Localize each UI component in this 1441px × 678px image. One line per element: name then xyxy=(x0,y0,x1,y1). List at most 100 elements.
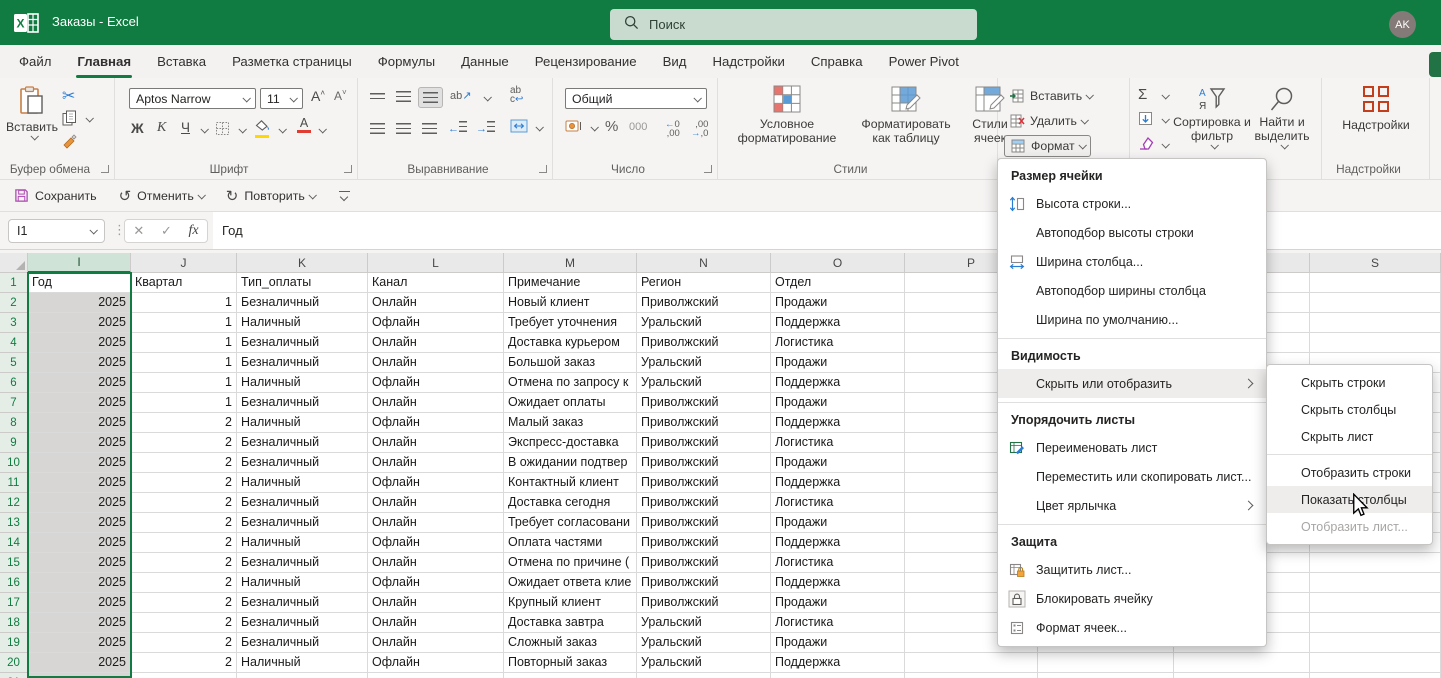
cell-J11[interactable]: 2 xyxy=(131,473,237,493)
number-format-combo[interactable]: Общий xyxy=(565,88,707,109)
cell-J9[interactable]: 2 xyxy=(131,433,237,453)
cell-K9[interactable]: Безналичный xyxy=(237,433,368,453)
cell-N12[interactable]: Приволжский xyxy=(637,493,771,513)
cell-K14[interactable]: Наличный xyxy=(237,533,368,553)
cell-I1[interactable]: Год xyxy=(28,273,131,293)
column-header-I[interactable]: I xyxy=(28,253,131,273)
tab-power-pivot[interactable]: Power Pivot xyxy=(876,45,972,78)
cell-L17[interactable]: Онлайн xyxy=(368,593,504,613)
menu-item-ширина-по-умолчанию[interactable]: Ширина по умолчанию... xyxy=(998,305,1266,334)
cell-S16[interactable] xyxy=(1310,573,1441,593)
cancel-button[interactable]: ✕ xyxy=(133,223,144,239)
tab-данные[interactable]: Данные xyxy=(448,45,522,78)
underline-dropdown[interactable] xyxy=(200,125,208,133)
cell-K15[interactable]: Безналичный xyxy=(237,553,368,573)
accounting-format-icon[interactable] xyxy=(565,119,583,136)
cell-R20[interactable] xyxy=(1174,653,1310,673)
cell-M10[interactable]: В ожидании подтвер xyxy=(504,453,637,473)
menu-item-переместить-или-скопировать-лист[interactable]: Переместить или скопировать лист... xyxy=(998,462,1266,491)
cell-S4[interactable] xyxy=(1310,333,1441,353)
cell-I5[interactable]: 2025 xyxy=(28,353,131,373)
grow-font-button[interactable]: А˄ xyxy=(311,88,325,104)
cell-P20[interactable] xyxy=(905,653,1038,673)
fill-color-icon[interactable] xyxy=(255,118,270,138)
menu-item-высота-строки[interactable]: Высота строки... xyxy=(998,189,1266,218)
enter-button[interactable]: ✓ xyxy=(161,223,172,239)
cell-N8[interactable]: Приволжский xyxy=(637,413,771,433)
bold-button[interactable]: Ж xyxy=(131,120,144,136)
cell-K19[interactable]: Безналичный xyxy=(237,633,368,653)
cell-K1[interactable]: Тип_оплаты xyxy=(237,273,368,293)
cell-J10[interactable]: 2 xyxy=(131,453,237,473)
submenu-item-показать-столбцы[interactable]: Показать столбцы xyxy=(1267,486,1432,513)
cell-N13[interactable]: Приволжский xyxy=(637,513,771,533)
cell-O19[interactable]: Продажи xyxy=(771,633,905,653)
cell-K18[interactable]: Безналичный xyxy=(237,613,368,633)
cell-N21[interactable] xyxy=(637,673,771,678)
cell-N16[interactable]: Приволжский xyxy=(637,573,771,593)
cell-M12[interactable]: Доставка сегодня xyxy=(504,493,637,513)
cell-S17[interactable] xyxy=(1310,593,1441,613)
row-header-19[interactable]: 19 xyxy=(0,633,28,653)
cell-N20[interactable]: Уральский xyxy=(637,653,771,673)
cell-K20[interactable]: Наличный xyxy=(237,653,368,673)
shrink-font-button[interactable]: А˅ xyxy=(334,88,347,103)
font-name-combo[interactable]: Aptos Narrow xyxy=(129,88,256,109)
cell-I13[interactable]: 2025 xyxy=(28,513,131,533)
column-header-O[interactable]: O xyxy=(771,253,905,273)
cell-L2[interactable]: Онлайн xyxy=(368,293,504,313)
row-header-14[interactable]: 14 xyxy=(0,533,28,553)
align-top-icon[interactable] xyxy=(366,87,389,106)
row-header-10[interactable]: 10 xyxy=(0,453,28,473)
cell-L9[interactable]: Онлайн xyxy=(368,433,504,453)
cell-L4[interactable]: Онлайн xyxy=(368,333,504,353)
cell-I6[interactable]: 2025 xyxy=(28,373,131,393)
cell-I8[interactable]: 2025 xyxy=(28,413,131,433)
row-header-6[interactable]: 6 xyxy=(0,373,28,393)
row-header-4[interactable]: 4 xyxy=(0,333,28,353)
cell-J20[interactable]: 2 xyxy=(131,653,237,673)
decrease-indent-icon[interactable]: ← xyxy=(448,121,467,135)
cell-Q21[interactable] xyxy=(1038,673,1174,678)
row-header-17[interactable]: 17 xyxy=(0,593,28,613)
underline-button[interactable]: Ч xyxy=(181,120,190,135)
column-header-N[interactable]: N xyxy=(637,253,771,273)
number-dialog-launcher[interactable] xyxy=(704,165,712,173)
row-header-3[interactable]: 3 xyxy=(0,313,28,333)
cell-I7[interactable]: 2025 xyxy=(28,393,131,413)
merge-center-icon[interactable] xyxy=(510,119,528,136)
row-header-18[interactable]: 18 xyxy=(0,613,28,633)
column-header-L[interactable]: L xyxy=(368,253,504,273)
save-button[interactable]: Сохранить xyxy=(14,188,97,203)
conditional-formatting-button[interactable]: Условное форматирование xyxy=(732,84,842,145)
cell-O6[interactable]: Поддержка xyxy=(771,373,905,393)
cell-J6[interactable]: 1 xyxy=(131,373,237,393)
copy-dropdown[interactable] xyxy=(85,114,93,122)
cell-I17[interactable]: 2025 xyxy=(28,593,131,613)
cell-J5[interactable]: 1 xyxy=(131,353,237,373)
cell-J15[interactable]: 2 xyxy=(131,553,237,573)
select-all-corner[interactable] xyxy=(0,253,28,273)
format-button[interactable]: Формат xyxy=(1004,135,1091,157)
cell-J13[interactable]: 2 xyxy=(131,513,237,533)
cell-J8[interactable]: 2 xyxy=(131,413,237,433)
row-header-1[interactable]: 1 xyxy=(0,273,28,293)
decrease-decimal-icon[interactable]: ,00→,0 xyxy=(691,120,708,138)
cell-S3[interactable] xyxy=(1310,313,1441,333)
wrap-text-icon[interactable]: abc↩ xyxy=(510,86,523,104)
cell-J18[interactable]: 2 xyxy=(131,613,237,633)
avatar[interactable]: AK xyxy=(1389,11,1416,38)
sort-filter-button[interactable]: АЯ Сортировка и фильтр xyxy=(1172,86,1252,149)
menu-item-защитить-лист[interactable]: Защитить лист... xyxy=(998,555,1266,584)
cell-I21[interactable] xyxy=(28,673,131,678)
cell-N5[interactable]: Уральский xyxy=(637,353,771,373)
cell-I9[interactable]: 2025 xyxy=(28,433,131,453)
cell-O14[interactable]: Поддержка xyxy=(771,533,905,553)
cell-Q20[interactable] xyxy=(1038,653,1174,673)
cell-O4[interactable]: Логистика xyxy=(771,333,905,353)
row-header-8[interactable]: 8 xyxy=(0,413,28,433)
cell-O1[interactable]: Отдел xyxy=(771,273,905,293)
cell-L14[interactable]: Офлайн xyxy=(368,533,504,553)
cell-O9[interactable]: Логистика xyxy=(771,433,905,453)
menu-item-блокировать-ячейку[interactable]: Блокировать ячейку xyxy=(998,584,1266,613)
